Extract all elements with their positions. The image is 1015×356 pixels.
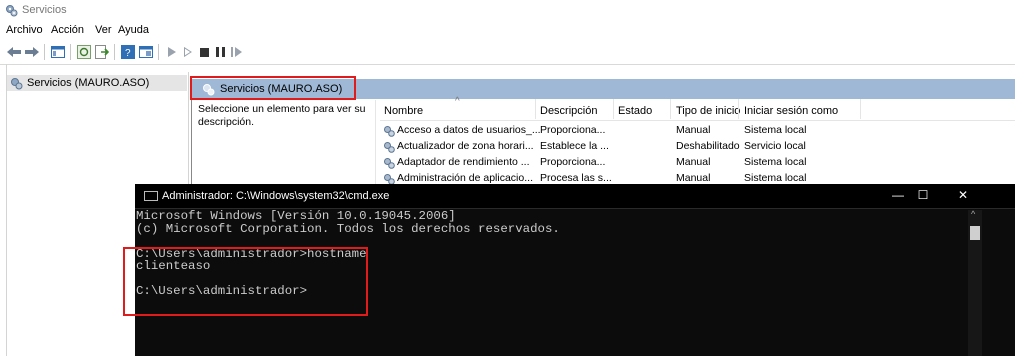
pause-icon[interactable] — [212, 44, 228, 60]
column-header-status[interactable]: Estado — [618, 105, 652, 117]
services-gear-icon — [6, 5, 18, 17]
maximize-button[interactable]: ☐ — [908, 186, 938, 204]
console-icon — [144, 191, 158, 201]
tree-item-label: Servicios (MAURO.ASO) — [27, 77, 150, 89]
table-row[interactable]: Acceso a datos de usuarios_... Proporcio… — [380, 123, 1015, 139]
column-separator[interactable] — [860, 99, 861, 119]
column-header-description[interactable]: Descripción — [540, 105, 597, 117]
description-panel: Seleccione un elemento para ver su descr… — [198, 103, 366, 128]
table-row[interactable]: Adaptador de rendimiento ... Proporciona… — [380, 155, 1015, 171]
column-header-name[interactable]: Nombre — [384, 105, 423, 117]
cell-name: Actualizador de zona horari... — [397, 140, 534, 152]
cell-name: Administración de aplicacio... — [397, 172, 533, 184]
toolbar: ? — [0, 40, 1015, 65]
cell-startup: Manual — [676, 156, 711, 168]
column-separator[interactable] — [613, 99, 614, 119]
cell-description: Establece la ... — [540, 140, 609, 152]
toolbar-separator — [44, 44, 45, 60]
cell-logon: Sistema local — [744, 172, 807, 184]
red-highlight-box — [190, 76, 356, 100]
menu-ayuda[interactable]: Ayuda — [118, 24, 149, 36]
cell-description: Procesa las s... — [540, 172, 612, 184]
cell-logon: Sistema local — [744, 124, 807, 136]
properties-icon[interactable] — [138, 44, 154, 60]
tree-item-services[interactable]: Servicios (MAURO.ASO) — [7, 75, 187, 91]
forward-arrow-icon[interactable] — [24, 44, 40, 60]
cmd-window-title: Administrador: C:\Windows\system32\cmd.e… — [162, 190, 390, 202]
cell-startup: Manual — [676, 124, 711, 136]
service-gear-icon — [384, 158, 395, 169]
service-gear-icon — [384, 126, 395, 137]
play-outline-icon[interactable] — [180, 44, 196, 60]
window-title: Servicios — [22, 4, 67, 16]
show-hide-tree-icon[interactable] — [50, 44, 66, 60]
cell-logon: Sistema local — [744, 156, 807, 168]
cmd-line: (c) Microsoft Corporation. Todos los der… — [136, 221, 560, 236]
back-arrow-icon[interactable] — [6, 44, 22, 60]
cell-description: Proporciona... — [540, 124, 606, 136]
cmd-line: Microsoft Windows [Versión 10.0.19045.20… — [136, 209, 456, 223]
menu-accion[interactable]: Acción — [51, 24, 84, 36]
cell-startup: Manual — [676, 172, 711, 184]
restart-icon[interactable] — [228, 44, 244, 60]
left-frame-edge — [0, 64, 7, 356]
close-button[interactable]: ✕ — [948, 186, 978, 204]
column-separator[interactable] — [670, 99, 671, 119]
menu-bar: Archivo Acción Ver Ayuda — [0, 22, 1015, 40]
services-gear-icon — [11, 78, 23, 90]
cell-startup: Deshabilitado — [676, 140, 740, 152]
cell-name: Acceso a datos de usuarios_... — [397, 124, 541, 136]
menu-ver[interactable]: Ver — [95, 24, 112, 36]
menu-archivo[interactable]: Archivo — [6, 24, 43, 36]
toolbar-separator — [114, 44, 115, 60]
red-highlight-box — [123, 247, 368, 316]
svg-text:?: ? — [125, 48, 131, 59]
refresh-icon[interactable] — [76, 44, 92, 60]
table-header: Nombre ^ Descripción Estado Tipo de inic… — [380, 96, 1015, 121]
column-separator[interactable] — [535, 99, 536, 119]
scrollbar-thumb[interactable] — [970, 226, 980, 240]
cmd-line — [136, 235, 966, 248]
sort-ascending-icon: ^ — [455, 96, 460, 107]
cell-logon: Servicio local — [744, 140, 806, 152]
play-icon[interactable] — [164, 44, 180, 60]
table-row[interactable]: Actualizador de zona horari... Establece… — [380, 139, 1015, 155]
toolbar-separator — [158, 44, 159, 60]
service-gear-icon — [384, 142, 395, 153]
scroll-up-icon[interactable]: ^ — [971, 209, 975, 219]
column-separator[interactable] — [738, 99, 739, 119]
column-header-startup[interactable]: Tipo de inicio — [676, 105, 740, 117]
toolbar-separator — [70, 44, 71, 60]
export-list-icon[interactable] — [94, 44, 110, 60]
stop-icon[interactable] — [196, 44, 212, 60]
cell-description: Proporciona... — [540, 156, 606, 168]
help-icon[interactable]: ? — [120, 44, 136, 60]
column-header-logon[interactable]: Iniciar sesión como — [744, 105, 838, 117]
cell-name: Adaptador de rendimiento ... — [397, 156, 530, 168]
title-bar: Servicios — [0, 0, 1015, 22]
